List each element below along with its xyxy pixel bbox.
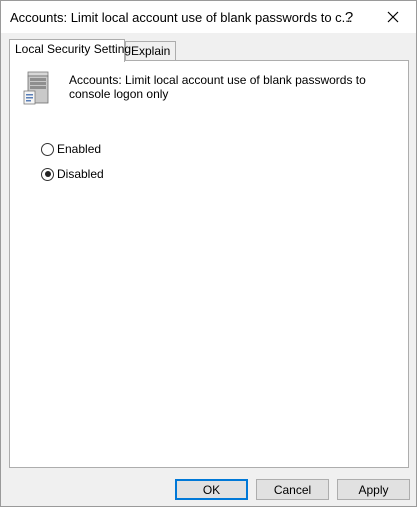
window-title: Accounts: Limit local account use of bla… [10, 10, 353, 25]
ok-button[interactable]: OK [175, 479, 248, 500]
cancel-button[interactable]: Cancel [256, 479, 329, 500]
policy-title: Accounts: Limit local account use of bla… [69, 73, 366, 101]
title-bar: Accounts: Limit local account use of bla… [1, 1, 416, 33]
enabled-radio[interactable] [41, 142, 54, 156]
apply-button[interactable]: Apply [337, 479, 410, 500]
tab-explain[interactable]: Explain [125, 41, 176, 61]
disabled-label: Disabled [57, 167, 104, 181]
enabled-label: Enabled [57, 142, 102, 156]
help-icon: ? [344, 8, 354, 26]
disabled-radio[interactable] [41, 167, 54, 181]
tab-panel: Accounts: Limit local account use of bla… [9, 60, 409, 468]
server-policy-icon [23, 71, 49, 105]
enabled-option[interactable]: Enabled [41, 141, 101, 157]
tab-local-security-setting[interactable]: Local Security Setting [9, 39, 131, 62]
policy-dialog: Accounts: Limit local account use of bla… [0, 0, 417, 507]
help-button[interactable]: ? [327, 1, 371, 33]
close-icon [387, 11, 399, 23]
disabled-option[interactable]: Disabled [41, 166, 104, 182]
close-button[interactable] [371, 1, 415, 33]
